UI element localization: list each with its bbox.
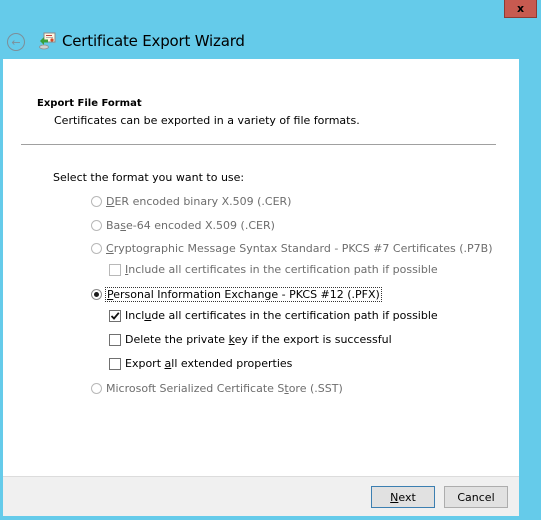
- checkbox-checked[interactable]: [109, 309, 121, 322]
- radio-button-selected[interactable]: [91, 289, 102, 300]
- radio-button[interactable]: [91, 220, 102, 231]
- checkmark-icon: [110, 311, 120, 320]
- cancel-button[interactable]: Cancel: [444, 486, 508, 508]
- next-button[interactable]: Next: [371, 486, 435, 508]
- radio-label: Cryptographic Message Syntax Standard - …: [106, 242, 493, 255]
- checkbox[interactable]: [109, 333, 121, 346]
- next-button-label: Next: [390, 490, 416, 504]
- radio-label: DER encoded binary X.509 (.CER): [106, 195, 292, 208]
- wizard-content: Export File Format Certificates can be e…: [3, 59, 519, 476]
- radio-pkcs7[interactable]: Cryptographic Message Syntax Standard - …: [91, 242, 493, 255]
- radio-base64[interactable]: Base-64 encoded X.509 (.CER): [91, 219, 275, 232]
- back-button[interactable]: ←: [7, 33, 25, 51]
- checkbox-export-extended-properties[interactable]: Export all extended properties: [109, 357, 292, 370]
- checkbox-label: Export all extended properties: [125, 357, 293, 370]
- checkbox-label: Include all certificates in the certific…: [125, 263, 438, 276]
- radio-label: Base-64 encoded X.509 (.CER): [106, 219, 275, 232]
- radio-pfx[interactable]: Personal Information Exchange - PKCS #12…: [91, 287, 382, 302]
- checkbox-pfx-include-path[interactable]: Include all certificates in the certific…: [109, 309, 438, 322]
- radio-label: Microsoft Serialized Certificate Store (…: [106, 382, 343, 395]
- page-heading: Export File Format: [37, 98, 142, 109]
- checkbox-label: Delete the private key if the export is …: [125, 333, 392, 346]
- radio-button[interactable]: [91, 243, 102, 254]
- checkbox[interactable]: [109, 263, 121, 276]
- radio-label: Personal Information Exchange - PKCS #12…: [105, 287, 382, 302]
- close-icon: x: [516, 2, 525, 15]
- checkbox[interactable]: [109, 357, 121, 370]
- checkbox-label: Include all certificates in the certific…: [125, 309, 438, 322]
- radio-der[interactable]: DER encoded binary X.509 (.CER): [91, 195, 291, 208]
- checkbox-pkcs7-include-path[interactable]: Include all certificates in the certific…: [109, 263, 438, 276]
- format-prompt: Select the format you want to use:: [53, 171, 245, 184]
- radio-sst[interactable]: Microsoft Serialized Certificate Store (…: [91, 382, 343, 395]
- checkbox-delete-private-key[interactable]: Delete the private key if the export is …: [109, 333, 392, 346]
- page-subheading: Certificates can be exported in a variet…: [54, 114, 360, 127]
- header-separator: [21, 144, 496, 145]
- radio-button[interactable]: [91, 196, 102, 207]
- cancel-button-label: Cancel: [457, 490, 495, 504]
- certificate-wizard-icon: [39, 32, 56, 50]
- close-button[interactable]: x: [504, 0, 537, 18]
- window-title: Certificate Export Wizard: [62, 32, 245, 50]
- wizard-footer: Next Cancel: [3, 476, 519, 516]
- radio-button[interactable]: [91, 383, 102, 394]
- back-arrow-icon: ←: [11, 35, 21, 49]
